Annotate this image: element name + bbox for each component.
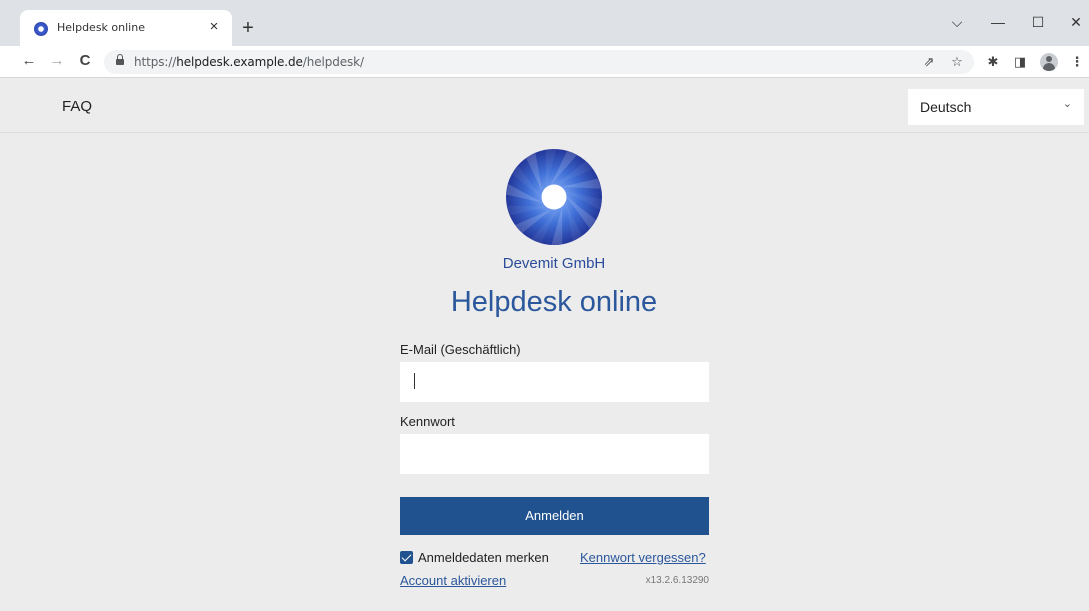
browser-menu-icon[interactable]: ⋮ <box>1066 51 1088 73</box>
minimize-button[interactable]: — <box>986 10 1010 34</box>
tab-close-icon[interactable]: × <box>205 18 223 36</box>
tab-search-icon[interactable]: ⌵ <box>945 10 969 34</box>
company-logo <box>506 149 602 245</box>
email-label: E-Mail (Geschäftlich) <box>400 342 521 357</box>
side-panel-icon[interactable]: ◨ <box>1009 51 1031 73</box>
company-name: Devemit GmbH <box>502 255 606 272</box>
reload-button[interactable]: C <box>74 50 96 72</box>
language-select[interactable]: Deutsch ⌄ <box>908 89 1084 125</box>
login-button[interactable]: Anmelden <box>400 497 709 535</box>
address-bar[interactable]: https://helpdesk.example.de/helpdesk/ <box>104 50 974 74</box>
maximize-button[interactable]: ☐ <box>1026 10 1050 34</box>
close-window-button[interactable]: ✕ <box>1064 10 1088 34</box>
favicon-icon <box>34 22 48 36</box>
extensions-icon[interactable]: ✱ <box>982 51 1004 73</box>
new-tab-button[interactable]: + <box>238 18 258 38</box>
lock-icon[interactable] <box>116 54 124 66</box>
browser-tab[interactable]: Helpdesk online × <box>20 10 232 46</box>
email-field[interactable] <box>400 362 709 402</box>
text-caret <box>414 373 415 389</box>
remember-label: Anmeldedaten merken <box>418 550 549 565</box>
tab-title: Helpdesk online <box>57 21 145 34</box>
url-text: https://helpdesk.example.de/helpdesk/ <box>134 55 364 69</box>
forward-button[interactable]: → <box>46 50 68 72</box>
top-navigation: FAQ Deutsch ⌄ <box>0 79 1089 133</box>
faq-link[interactable]: FAQ <box>62 98 92 115</box>
page-content: FAQ Deutsch ⌄ Devemit GmbH Helpdesk onli… <box>0 79 1089 611</box>
browser-toolbar: ← → C https://helpdesk.example.de/helpde… <box>0 46 1089 78</box>
language-selected-value: Deutsch <box>920 99 972 115</box>
activate-account-link[interactable]: Account aktivieren <box>400 573 506 588</box>
password-label: Kennwort <box>400 414 455 429</box>
profile-avatar-icon[interactable] <box>1040 53 1058 71</box>
share-icon[interactable]: ⇗ <box>918 51 940 73</box>
browser-tabstrip: Helpdesk online × + ⌵ — ☐ ✕ <box>0 0 1089 46</box>
remember-checkbox[interactable] <box>400 551 413 564</box>
forgot-password-link[interactable]: Kennwort vergessen? <box>580 550 706 565</box>
bookmark-star-icon[interactable]: ☆ <box>946 51 968 73</box>
page-title: Helpdesk online <box>450 286 658 318</box>
version-text: x13.2.6.13290 <box>645 575 709 586</box>
chevron-down-icon: ⌄ <box>1062 98 1072 110</box>
password-field[interactable] <box>400 434 709 474</box>
back-button[interactable]: ← <box>18 50 40 72</box>
